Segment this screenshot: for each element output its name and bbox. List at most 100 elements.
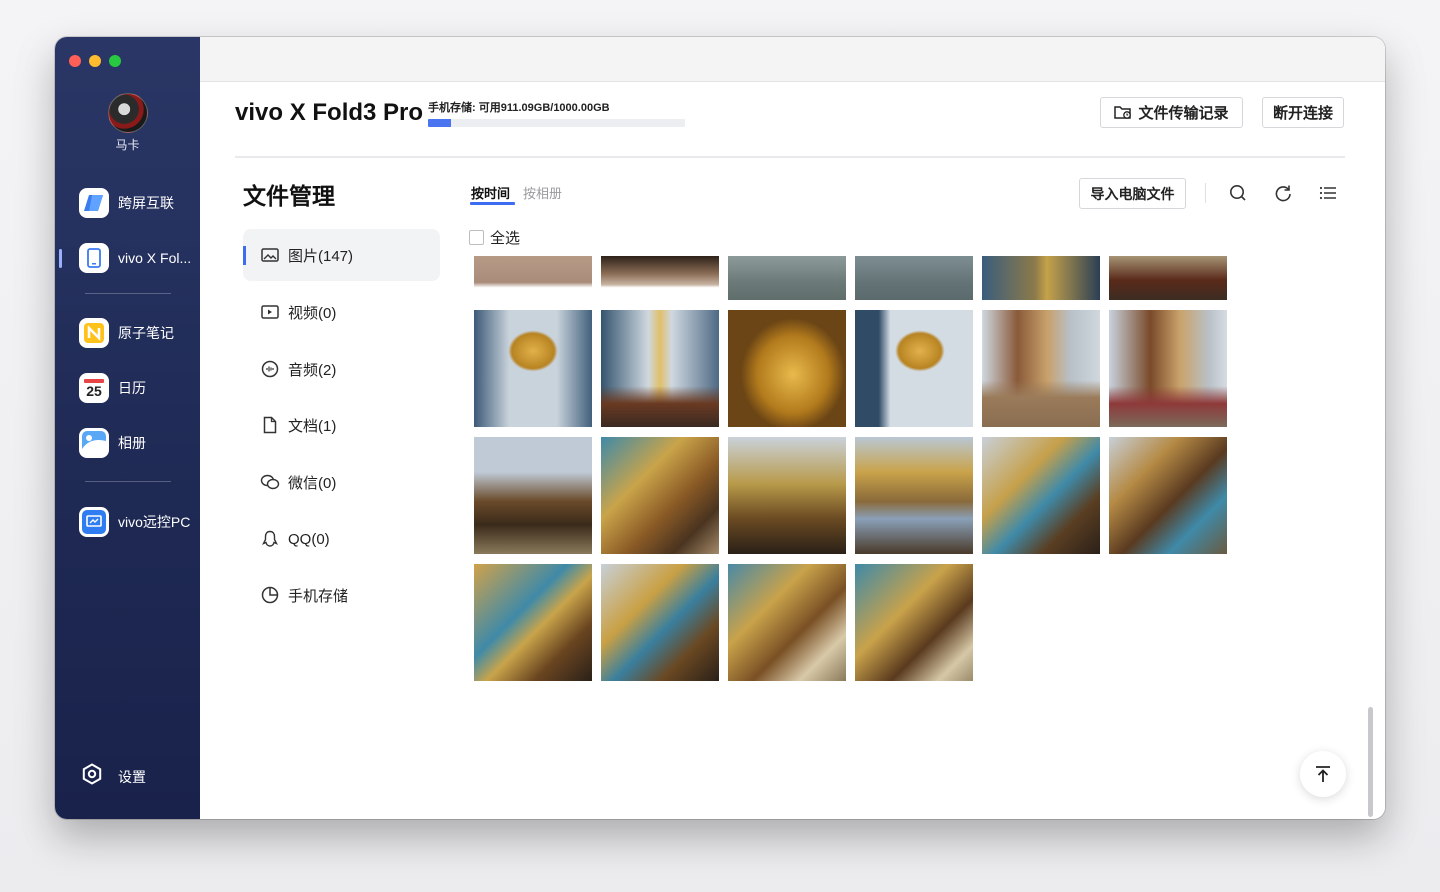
photo-thumbnail[interactable] [1109,310,1227,427]
photo-thumbnail[interactable] [855,437,973,554]
storage-text: 手机存储: 可用911.09GB/1000.00GB [428,102,610,114]
search-icon [1229,184,1247,202]
calendar-icon: 25 [79,373,109,403]
photo-thumbnail[interactable] [855,256,973,300]
list-view-button[interactable] [1316,181,1340,205]
sidebar-item-label: 相册 [118,435,146,451]
user-name: 马卡 [115,138,140,152]
audio-icon [260,359,280,379]
photo-thumbnail[interactable] [601,437,719,554]
header-divider [235,156,1345,158]
cross-screen-icon [79,188,109,218]
app-window: 马卡 跨屏互联 vivo X Fol... 原子笔记 25 日历 相册 vivo… [55,37,1385,819]
album-icon [79,428,109,458]
document-icon [260,415,280,435]
photo-thumbnail[interactable] [1109,256,1227,300]
close-window-button[interactable] [69,55,81,67]
window-controls [69,55,121,67]
photo-thumbnail[interactable] [728,256,846,300]
import-files-button[interactable]: 导入电脑文件 [1079,178,1186,209]
scroll-to-top-button[interactable] [1300,751,1346,797]
photo-thumbnail[interactable] [474,310,592,427]
wechat-icon [260,472,280,492]
title-bar [200,37,1385,82]
qq-icon [260,529,280,549]
photo-grid [474,256,1234,681]
sidebar-item-cross-screen[interactable]: 跨屏互联 [55,183,200,223]
category-phone-storage[interactable]: 手机存储 [243,569,440,621]
select-all-label: 全选 [490,230,521,247]
refresh-button[interactable] [1271,181,1295,205]
sidebar-item-remote-pc[interactable]: vivo远控PC [55,502,200,542]
notes-icon [79,318,109,348]
image-icon [260,245,280,265]
video-icon [260,302,280,322]
zoom-window-button[interactable] [109,55,121,67]
minimize-window-button[interactable] [89,55,101,67]
main-panel: vivo X Fold3 Pro 手机存储: 可用911.09GB/1000.0… [200,37,1385,819]
photo-thumbnail[interactable] [982,256,1100,300]
photo-thumbnail[interactable] [474,564,592,681]
select-all-checkbox[interactable]: 全选 [469,227,520,248]
sidebar-divider [85,293,171,294]
sidebar-item-label: 跨屏互联 [118,195,174,211]
category-images[interactable]: 图片(147) [243,229,440,281]
arrow-up-to-top-icon [1314,765,1332,783]
sidebar-item-label: 日历 [118,380,146,396]
storage-progress-fill [428,119,451,127]
category-label: 音频(2) [288,361,337,379]
category-label: QQ(0) [288,530,330,548]
photo-thumbnail[interactable] [601,256,719,300]
tab-by-album[interactable]: 按相册 [523,183,562,202]
sidebar-item-label: vivo X Fol... [118,250,192,266]
sidebar-item-device[interactable]: vivo X Fol... [55,238,200,278]
category-label: 视频(0) [288,304,337,322]
transfer-log-label: 文件传输记录 [1138,105,1229,122]
disconnect-button[interactable]: 断开连接 [1262,97,1344,128]
category-videos[interactable]: 视频(0) [243,286,440,338]
category-label: 图片(147) [288,247,354,265]
page-title: 文件管理 [243,183,335,209]
category-label: 手机存储 [288,587,349,605]
category-label: 文档(1) [288,417,337,435]
photo-thumbnail[interactable] [474,256,592,300]
photo-thumbnail[interactable] [728,310,846,427]
photo-thumbnail[interactable] [855,310,973,427]
transfer-log-button[interactable]: 文件传输记录 [1100,97,1243,128]
category-label: 微信(0) [288,474,337,492]
user-avatar[interactable] [108,93,148,133]
photo-thumbnail[interactable] [728,437,846,554]
category-documents[interactable]: 文档(1) [243,399,440,451]
sidebar: 马卡 跨屏互联 vivo X Fol... 原子笔记 25 日历 相册 vivo… [55,37,200,819]
calendar-day: 25 [86,382,102,399]
photo-thumbnail[interactable] [982,310,1100,427]
sidebar-item-label: 原子笔记 [118,325,174,341]
vertical-scrollbar[interactable] [1368,707,1373,817]
storage-progress-bar [428,119,685,127]
list-icon [1319,185,1337,201]
tab-by-time[interactable]: 按时间 [471,183,510,202]
checkbox[interactable] [469,230,484,245]
photo-thumbnail[interactable] [855,564,973,681]
search-button[interactable] [1226,181,1250,205]
category-audio[interactable]: 音频(2) [243,343,440,395]
photo-thumbnail[interactable] [474,437,592,554]
category-wechat[interactable]: 微信(0) [243,456,440,508]
photo-thumbnail[interactable] [601,564,719,681]
sidebar-item-notes[interactable]: 原子笔记 [55,313,200,353]
category-qq[interactable]: QQ(0) [243,513,440,565]
sidebar-item-album[interactable]: 相册 [55,423,200,463]
photo-thumbnail[interactable] [982,437,1100,554]
sidebar-item-label: vivo远控PC [118,514,191,530]
active-tab-indicator [470,202,515,205]
settings-button[interactable]: 设置 [81,763,146,790]
sidebar-item-calendar[interactable]: 25 日历 [55,368,200,408]
disconnect-label: 断开连接 [1272,105,1333,122]
photo-thumbnail[interactable] [601,310,719,427]
device-name: vivo X Fold3 Pro [235,99,424,126]
photo-thumbnail[interactable] [1109,437,1227,554]
toolbar-divider [1205,183,1206,203]
gear-icon [81,763,103,790]
photo-thumbnail[interactable] [728,564,846,681]
storage-pie-icon [260,585,280,605]
